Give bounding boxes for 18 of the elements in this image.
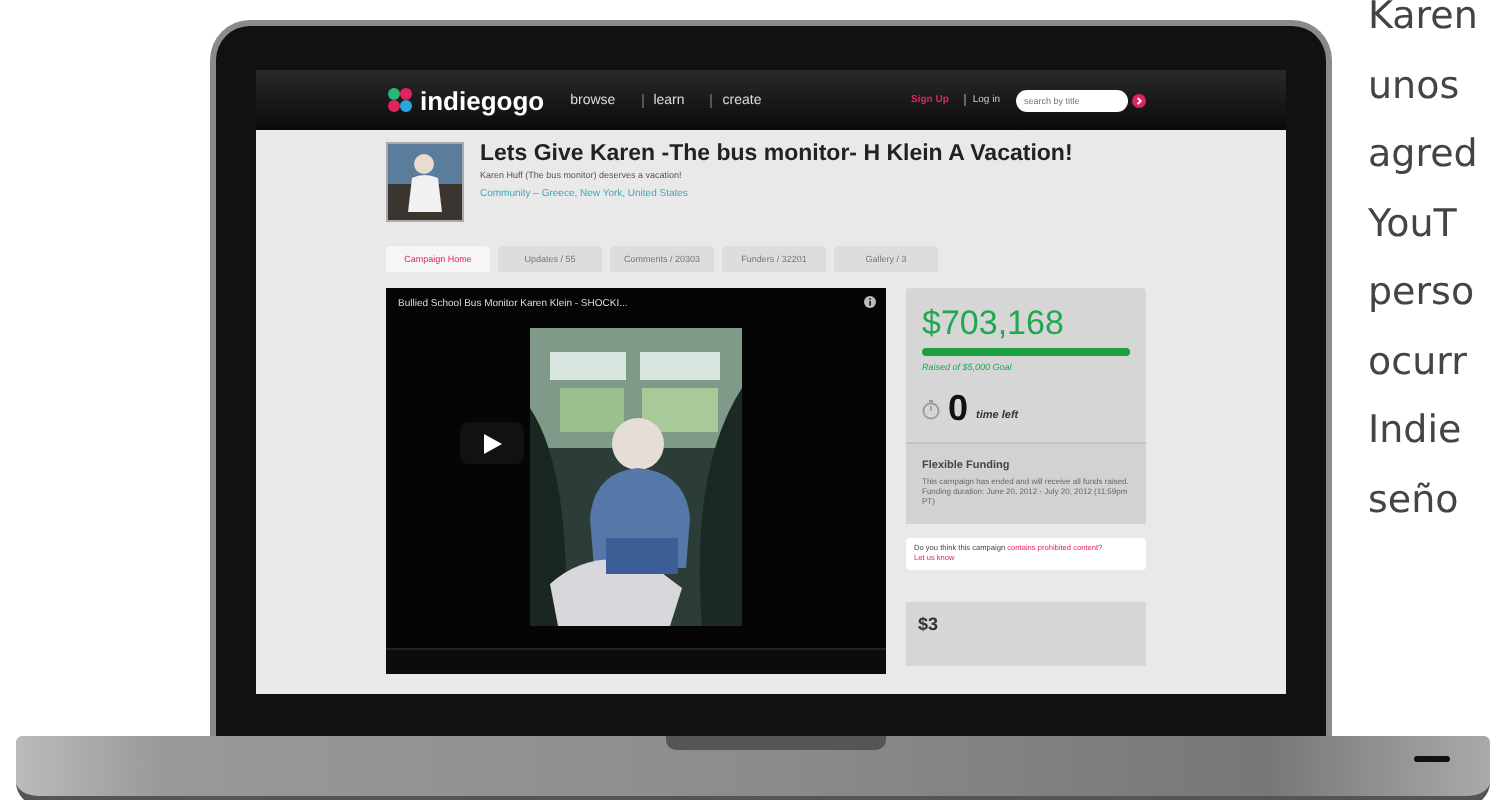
article-text: YouT — [1368, 199, 1459, 249]
campaign-title: Lets Give Karen -The bus monitor- H Klein A Vacation! — [480, 142, 1073, 166]
article-text: seño — [1368, 475, 1461, 525]
logo[interactable]: indiegogo — [386, 85, 545, 115]
perk-amount: $3 — [918, 614, 939, 635]
stopwatch-icon — [922, 399, 940, 419]
play-button[interactable] — [460, 422, 524, 464]
search-arrow-icon[interactable] — [1132, 93, 1146, 107]
article-text: agred — [1368, 130, 1478, 180]
article-text: unos — [1368, 61, 1462, 111]
article-text: perso — [1368, 268, 1477, 318]
play-icon[interactable] — [483, 433, 501, 453]
article-text: ocurr — [1368, 337, 1469, 387]
article-text: Karen — [1368, 0, 1478, 42]
info-icon[interactable] — [864, 296, 876, 308]
article-text: Indie — [1368, 406, 1464, 456]
time-value: 0 — [948, 388, 969, 430]
amount-raised: $703,168 — [922, 304, 1066, 344]
